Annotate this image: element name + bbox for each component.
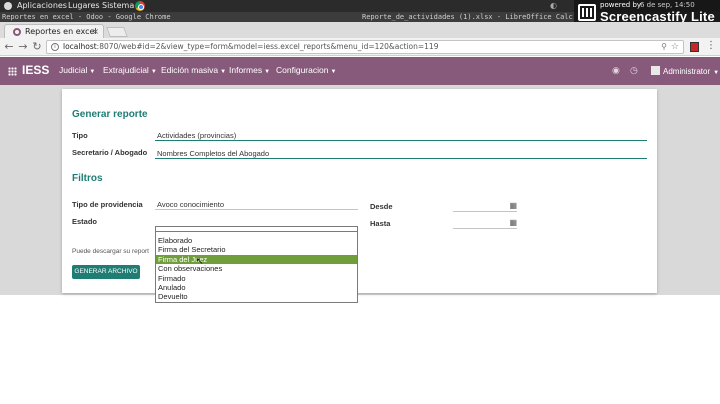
estado-label: Estado: [72, 217, 98, 226]
reload-icon[interactable]: ↻: [31, 40, 43, 53]
os-menu-sistema[interactable]: Sistema: [102, 0, 134, 12]
caret-down-icon: ▼: [264, 69, 271, 75]
avatar: [651, 66, 660, 75]
apps-grid-icon[interactable]: [8, 67, 17, 76]
tipo-field[interactable]: Actividades (provincias): [155, 131, 647, 141]
back-icon[interactable]: ←: [3, 40, 15, 53]
os-menu-aplicaciones[interactable]: Aplicaciones: [17, 0, 67, 12]
caret-down-icon: ▼: [220, 69, 227, 75]
chrome-menu-icon[interactable]: ⋮: [706, 40, 716, 51]
extension-icon[interactable]: [690, 42, 699, 52]
estado-option[interactable]: Devuelto: [156, 292, 357, 301]
estado-option[interactable]: Elaborado: [156, 236, 357, 245]
caret-down-icon: ▼: [713, 70, 720, 76]
tipo-providencia-label: Tipo de providencia: [72, 200, 143, 209]
desde-date-input[interactable]: ▦: [453, 201, 517, 212]
bookmark-star-icon[interactable]: ☆: [671, 41, 679, 53]
window-title-chrome[interactable]: Reportes en excel - Odoo - Google Chrome: [2, 12, 171, 22]
browser-tab-strip: Reportes en excel ×: [0, 22, 720, 38]
secretario-field[interactable]: Nombres Completos del Abogado: [155, 149, 647, 159]
menu-judicial-label: Judicial: [59, 65, 88, 75]
menu-informes-label: Informes: [229, 65, 263, 75]
section-generar-reporte: Generar reporte: [72, 109, 148, 120]
caret-down-icon: ▼: [330, 69, 337, 75]
menu-configuracion-label: Configuracion: [276, 65, 329, 75]
estado-option[interactable]: Firmado: [156, 274, 357, 283]
hasta-date-input[interactable]: ▦: [453, 218, 517, 229]
menu-judicial[interactable]: Judicial ▼: [59, 65, 95, 75]
desde-label: Desde: [370, 202, 393, 211]
forward-icon[interactable]: →: [17, 40, 29, 53]
user-menu[interactable]: Administrator ▼: [651, 66, 719, 76]
calendar-icon[interactable]: ▦: [509, 201, 517, 210]
hasta-label: Hasta: [370, 219, 391, 228]
estado-option-selected[interactable]: Firma del Juez: [156, 254, 357, 265]
network-icon[interactable]: ◐: [550, 0, 557, 12]
screencastify-logo-icon: [578, 4, 596, 21]
mouse-pointer-icon: ↖: [196, 257, 204, 267]
odoo-navbar: IESS Judicial ▼ Extrajudicial ▼ Edición ma…: [0, 57, 720, 85]
tipo-providencia-field[interactable]: Avoco conocimiento: [155, 200, 358, 210]
site-info-icon[interactable]: i: [51, 43, 59, 51]
window-title-calc[interactable]: Reporte_de_actividades (1).xlsx - LibreO…: [362, 12, 573, 22]
caret-down-icon: ▼: [89, 69, 96, 75]
os-menu-lugares[interactable]: Lugares: [68, 0, 100, 12]
odoo-favicon-icon: [13, 28, 21, 36]
download-note: Puede descargar su report: [72, 248, 149, 255]
menu-edicion-masiva[interactable]: Edición masiva ▼: [161, 65, 226, 75]
form-sheet: Generar reporte Tipo Actividades (provin…: [62, 89, 657, 293]
estado-dropdown-list: Elaborado Firma del Secretario Firma del…: [155, 231, 358, 303]
estado-option[interactable]: Anulado: [156, 283, 357, 292]
translate-icon[interactable]: ⚲: [661, 41, 667, 53]
secretario-label: Secretario / Abogado: [72, 148, 148, 157]
new-tab-button[interactable]: [106, 27, 128, 37]
brand-title[interactable]: IESS: [22, 63, 49, 77]
chat-icon[interactable]: ◉: [612, 65, 620, 76]
tab-title: Reportes en excel: [25, 27, 97, 36]
tipo-label: Tipo: [72, 131, 88, 140]
tab-reportes-en-excel[interactable]: Reportes en excel ×: [4, 24, 104, 38]
calendar-icon[interactable]: ▦: [509, 218, 517, 227]
tab-close-icon[interactable]: ×: [92, 25, 99, 38]
section-filtros: Filtros: [72, 173, 103, 184]
os-clock: 6 de sep, 14:50: [640, 1, 695, 9]
menu-extrajudicial-label: Extrajudicial: [103, 65, 149, 75]
os-menu-icon[interactable]: [4, 2, 12, 10]
caret-down-icon: ▼: [150, 69, 157, 75]
browser-toolbar: ← → ↻ i localhost:8070/web#id=2&view_typ…: [0, 38, 720, 56]
chrome-launcher-icon[interactable]: [135, 1, 145, 11]
menu-informes[interactable]: Informes ▼: [229, 65, 270, 75]
url-host: localhost: [63, 42, 97, 51]
estado-option[interactable]: Firma del Secretario: [156, 245, 357, 254]
menu-extrajudicial[interactable]: Extrajudicial ▼: [103, 65, 157, 75]
menu-configuracion[interactable]: Configuracion ▼: [276, 65, 336, 75]
activity-clock-icon[interactable]: ◷: [630, 65, 638, 76]
user-name: Administrator: [663, 67, 711, 76]
address-bar[interactable]: i localhost:8070/web#id=2&view_type=form…: [46, 40, 684, 54]
generar-archivo-button[interactable]: GENERAR ARCHIVO: [72, 265, 140, 279]
estado-option[interactable]: Con observaciones: [156, 264, 357, 273]
url-path: :8070/web#id=2&view_type=form&model=iess…: [96, 42, 439, 51]
screencastify-powered-by: powered by: [600, 1, 642, 9]
menu-edicion-masiva-label: Edición masiva: [161, 65, 219, 75]
